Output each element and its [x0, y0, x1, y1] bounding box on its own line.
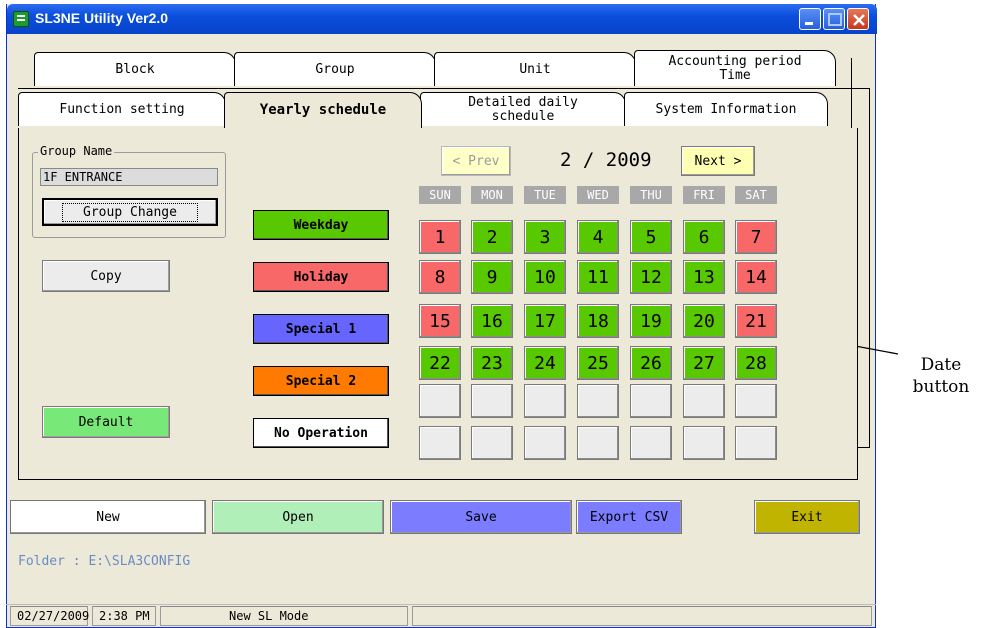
weekday-header-fri: FRI [683, 186, 725, 204]
date-button-13[interactable]: 13 [683, 260, 725, 294]
date-button-21[interactable]: 21 [735, 304, 777, 338]
holiday-type-button[interactable]: Holiday [253, 262, 389, 292]
special-1-type-button[interactable]: Special 1 [253, 314, 389, 344]
weekday-type-button[interactable]: Weekday [253, 210, 389, 240]
group-change-label: Group Change [62, 202, 198, 222]
date-button-empty[interactable] [471, 384, 513, 418]
no-operation-type-button[interactable]: No Operation [253, 418, 389, 448]
date-button-empty[interactable] [524, 426, 566, 460]
maximize-button[interactable] [823, 8, 845, 30]
date-button-22[interactable]: 22 [419, 346, 461, 380]
date-button-empty[interactable] [683, 426, 725, 460]
date-button-2[interactable]: 2 [471, 220, 513, 254]
date-button-16[interactable]: 16 [471, 304, 513, 338]
date-button-empty[interactable] [577, 426, 619, 460]
export-csv-button[interactable]: Export CSV [576, 500, 682, 534]
minimize-button[interactable] [799, 8, 821, 30]
app-icon [13, 11, 29, 27]
tab-block[interactable]: Block [34, 52, 236, 86]
date-button-27[interactable]: 27 [683, 346, 725, 380]
weekday-header-thu: THU [630, 186, 672, 204]
tab-yearly-schedule[interactable]: Yearly schedule [224, 92, 422, 128]
date-button-17[interactable]: 17 [524, 304, 566, 338]
date-button-empty[interactable] [735, 384, 777, 418]
date-button-annotation: Date button [912, 355, 970, 398]
date-button-8[interactable]: 8 [419, 260, 461, 294]
folder-path: Folder : E:\SLA3CONFIG [18, 554, 191, 569]
next-month-button[interactable]: Next > [681, 146, 755, 176]
status-date: 02/27/2009 [10, 606, 89, 626]
date-button-empty[interactable] [577, 384, 619, 418]
tab-unit[interactable]: Unit [434, 52, 636, 86]
date-button-11[interactable]: 11 [577, 260, 619, 294]
date-button-28[interactable]: 28 [735, 346, 777, 380]
date-button-6[interactable]: 6 [683, 220, 725, 254]
window-title: SL3NE Utility Ver2.0 [35, 10, 169, 26]
tab-group[interactable]: Group [234, 52, 436, 86]
date-button-19[interactable]: 19 [630, 304, 672, 338]
date-button-10[interactable]: 10 [524, 260, 566, 294]
title-bar: SL3NE Utility Ver2.0 [7, 4, 877, 34]
date-button-23[interactable]: 23 [471, 346, 513, 380]
date-button-5[interactable]: 5 [630, 220, 672, 254]
minimize-icon [805, 22, 813, 25]
status-time: 2:38 PM [92, 606, 156, 626]
date-button-empty[interactable] [630, 426, 672, 460]
prev-month-button[interactable]: < Prev [441, 146, 511, 176]
date-button-15[interactable]: 15 [419, 304, 461, 338]
date-button-3[interactable]: 3 [524, 220, 566, 254]
close-icon [853, 14, 865, 26]
date-button-empty[interactable] [630, 384, 672, 418]
copy-button[interactable]: Copy [42, 260, 170, 292]
save-button[interactable]: Save [390, 500, 572, 534]
date-button-12[interactable]: 12 [630, 260, 672, 294]
date-button-empty[interactable] [419, 384, 461, 418]
date-button-empty[interactable] [735, 426, 777, 460]
date-button-7[interactable]: 7 [735, 220, 777, 254]
month-label: 2 / 2009 [560, 149, 652, 171]
date-button-4[interactable]: 4 [577, 220, 619, 254]
date-button-20[interactable]: 20 [683, 304, 725, 338]
date-button-26[interactable]: 26 [630, 346, 672, 380]
weekday-header-sun: SUN [419, 186, 461, 204]
date-button-18[interactable]: 18 [577, 304, 619, 338]
status-empty [412, 606, 872, 626]
date-button-9[interactable]: 9 [471, 260, 513, 294]
date-button-14[interactable]: 14 [735, 260, 777, 294]
tab-system-information[interactable]: System Information [624, 92, 828, 126]
date-button-empty[interactable] [419, 426, 461, 460]
date-button-empty[interactable] [524, 384, 566, 418]
date-button-24[interactable]: 24 [524, 346, 566, 380]
group-name-label: Group Name [38, 144, 115, 158]
status-mode: New SL Mode [160, 606, 408, 626]
default-button[interactable]: Default [42, 406, 170, 438]
weekday-header-wed: WED [577, 186, 619, 204]
close-button[interactable] [847, 8, 869, 30]
date-button-1[interactable]: 1 [419, 220, 461, 254]
tab-function-setting[interactable]: Function setting [18, 92, 226, 126]
date-button-empty[interactable] [471, 426, 513, 460]
special-2-type-button[interactable]: Special 2 [253, 366, 389, 396]
new-button[interactable]: New [10, 500, 206, 534]
group-name-field: 1F ENTRANCE [40, 168, 218, 186]
weekday-header-mon: MON [471, 186, 513, 204]
exit-button[interactable]: Exit [754, 500, 860, 534]
date-button-25[interactable]: 25 [577, 346, 619, 380]
weekday-header-sat: SAT [735, 186, 777, 204]
date-button-empty[interactable] [683, 384, 725, 418]
maximize-icon [828, 13, 842, 26]
open-button[interactable]: Open [212, 500, 384, 534]
weekday-header-tue: TUE [524, 186, 566, 204]
tab-detailed-daily-schedule[interactable]: Detailed daily schedule [420, 92, 626, 126]
group-change-button[interactable]: Group Change [42, 198, 218, 226]
tab-accounting-period-time[interactable]: Accounting period Time [634, 50, 836, 86]
